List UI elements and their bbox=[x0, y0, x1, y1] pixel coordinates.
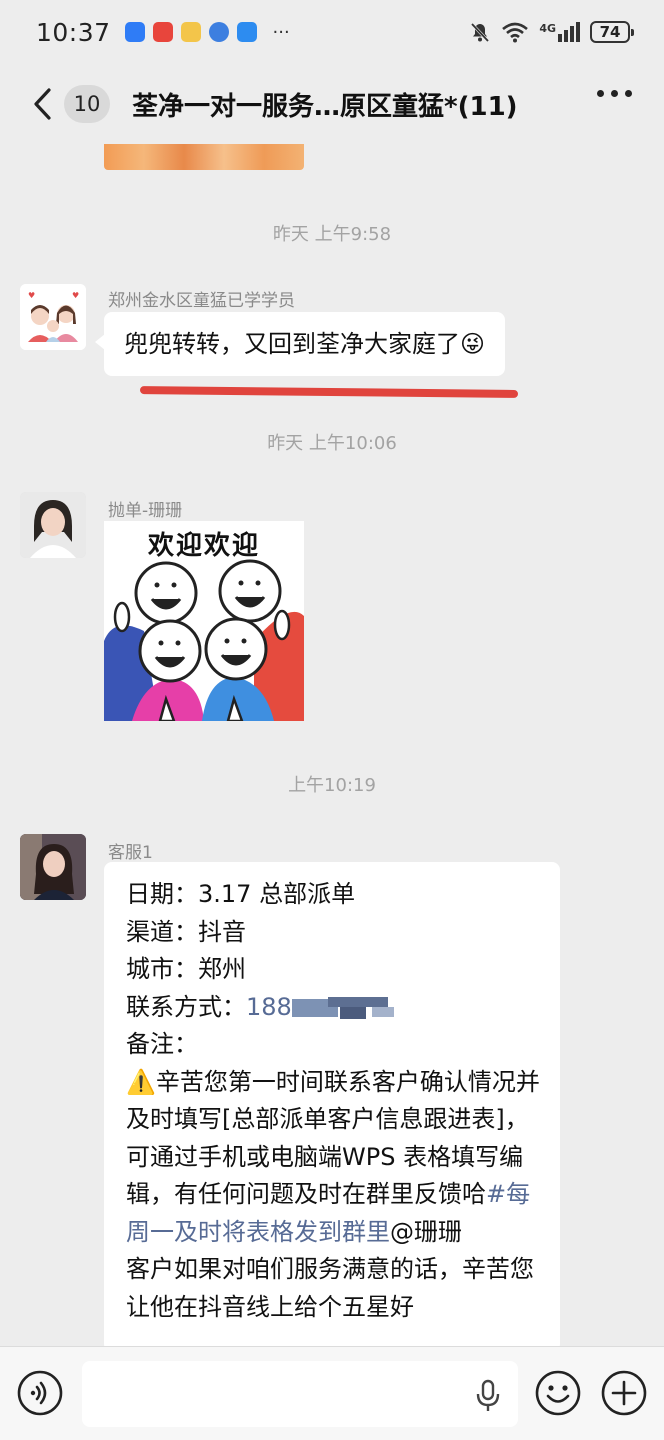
more-options-icon[interactable] bbox=[597, 90, 632, 97]
svg-text:♥: ♥ bbox=[72, 291, 79, 300]
dot bbox=[597, 90, 604, 97]
svg-text:♥: ♥ bbox=[28, 291, 35, 300]
order-note-body: ⚠️辛苦您第一时间联系客户确认情况并及时填写[总部派单客户信息跟进表]，可通过手… bbox=[126, 1067, 540, 1209]
order-city-line: 城市：郑州 bbox=[126, 951, 542, 989]
microphone-button[interactable] bbox=[474, 1379, 502, 1413]
order-date-label: 日期： bbox=[126, 880, 198, 908]
status-right: 4G 74 bbox=[469, 21, 634, 43]
order-contact-line: 联系方式：188 bbox=[126, 989, 542, 1027]
phone-number-link[interactable]: 188 bbox=[246, 993, 292, 1021]
notification-icons: ··· bbox=[124, 21, 290, 43]
voice-icon bbox=[17, 1370, 63, 1416]
more-functions-button[interactable] bbox=[600, 1369, 648, 1417]
status-bar: 10:37 ··· 4G 74 bbox=[0, 0, 664, 64]
order-date-line: 日期：3.17 总部派单 bbox=[126, 876, 542, 914]
chat-input-bar bbox=[0, 1346, 664, 1440]
sender-name: 郑州金水区童猛已学学员 bbox=[108, 291, 295, 311]
order-channel-label: 渠道： bbox=[126, 917, 198, 946]
text-message-bubble[interactable]: 兜兜转转，又回到荃净大家庭了😜 bbox=[94, 312, 506, 376]
message-text: 兜兜转转，又回到荃净大家庭了😜 bbox=[124, 330, 486, 358]
mute-icon bbox=[471, 22, 490, 43]
battery-level: 74 bbox=[599, 23, 621, 41]
chat-header: 10 荃净一对一服务…原区童猛*(11) bbox=[0, 64, 664, 144]
cartoon-faces-image bbox=[104, 559, 304, 721]
more-notifications-icon: ··· bbox=[272, 21, 290, 43]
order-date-value: 3.17 总部派单 bbox=[198, 880, 356, 908]
red-underline-annotation bbox=[139, 386, 519, 398]
order-channel-line: 渠道：抖音 bbox=[126, 914, 542, 952]
message-timestamp: 昨天 上午10:06 bbox=[267, 433, 397, 454]
woman-avatar-icon bbox=[20, 492, 86, 558]
shield-app-icon bbox=[124, 22, 145, 42]
sender-name: 客服1 bbox=[108, 843, 153, 863]
message-timestamp: 昨天 上午9:58 bbox=[272, 224, 392, 245]
status-time: 10:37 bbox=[36, 17, 111, 47]
order-note-tail: 客户如果对咱们服务满意的话，辛苦您让他在抖音线上给个五星好 bbox=[126, 1255, 534, 1321]
order-contact-label: 联系方式： bbox=[126, 992, 246, 1021]
chat-title: 荃净一对一服务…原区童猛*(11) bbox=[132, 91, 518, 122]
avatar[interactable] bbox=[20, 492, 86, 558]
message-input[interactable] bbox=[82, 1361, 518, 1427]
chevron-left-icon bbox=[34, 88, 51, 120]
battery-icon: 74 bbox=[590, 21, 634, 43]
network-type: 4G bbox=[539, 22, 556, 35]
avatar[interactable] bbox=[20, 834, 86, 900]
order-message-bubble[interactable]: 日期：3.17 总部派单 渠道：抖音 城市：郑州 联系方式：188 备注： ⚠️… bbox=[104, 862, 560, 1352]
yellow-app-icon bbox=[180, 22, 201, 42]
message-app-icon bbox=[236, 22, 257, 42]
signal-bar bbox=[558, 34, 562, 42]
girl-avatar-icon bbox=[20, 834, 86, 900]
order-city-value: 郑州 bbox=[198, 955, 246, 983]
welcome-sticker[interactable]: 欢迎欢迎 bbox=[104, 521, 304, 721]
mention-text: @珊珊 bbox=[390, 1217, 462, 1246]
order-note-label: 备注： bbox=[126, 1030, 198, 1058]
back-button[interactable] bbox=[22, 84, 62, 124]
order-city-label: 城市： bbox=[126, 955, 198, 983]
red-app-icon bbox=[152, 22, 173, 42]
signal-bar bbox=[564, 30, 568, 42]
order-channel-value: 抖音 bbox=[198, 917, 246, 946]
signal-indicator: 4G bbox=[539, 22, 580, 42]
smiley-icon bbox=[535, 1370, 581, 1416]
wifi-icon bbox=[502, 22, 529, 43]
order-note-text: ⚠️辛苦您第一时间联系客户确认情况并及时填写[总部派单客户信息跟进表]，可通过手… bbox=[126, 1064, 542, 1252]
dot bbox=[611, 90, 618, 97]
plus-icon bbox=[601, 1370, 647, 1416]
avatar[interactable]: ♥ ♥ bbox=[20, 284, 86, 350]
blue-app-icon bbox=[208, 22, 229, 42]
voice-input-button[interactable] bbox=[16, 1369, 64, 1417]
couple-avatar-icon: ♥ ♥ bbox=[20, 284, 86, 350]
dot bbox=[625, 90, 632, 97]
sender-name: 抛单-珊珊 bbox=[108, 501, 183, 521]
signal-bar bbox=[576, 22, 580, 42]
signal-bar bbox=[570, 26, 574, 42]
unread-count-badge[interactable]: 10 bbox=[64, 85, 110, 123]
microphone-icon bbox=[476, 1379, 500, 1411]
redacted-phone-mask bbox=[291, 995, 402, 1021]
message-timestamp: 上午10:19 bbox=[288, 775, 376, 796]
emoji-button[interactable] bbox=[534, 1369, 582, 1417]
previous-image-message[interactable] bbox=[104, 144, 304, 170]
